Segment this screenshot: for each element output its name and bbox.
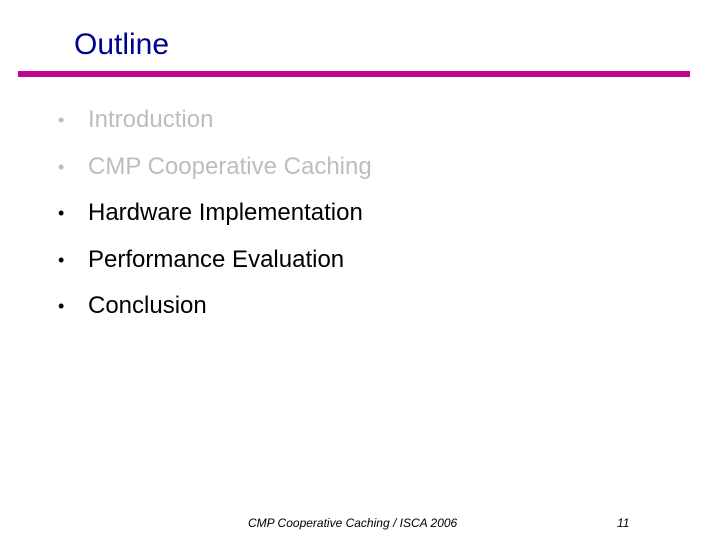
outline-item-conclusion: • Conclusion	[58, 283, 372, 330]
slide-title: Outline	[74, 28, 170, 61]
outline-item-performance-evaluation: • Performance Evaluation	[58, 237, 372, 284]
outline-item-label: Performance Evaluation	[88, 245, 345, 273]
bullet-icon: •	[58, 249, 65, 270]
outline-item-cmp-cooperative-caching: • CMP Cooperative Caching	[58, 144, 372, 191]
outline-item-label: Conclusion	[88, 292, 207, 320]
outline-item-hardware-implementation: • Hardware Implementation	[58, 190, 372, 237]
title-divider	[18, 71, 690, 77]
page-number: 11	[617, 516, 630, 530]
outline-list: • Introduction • CMP Cooperative Caching…	[58, 97, 372, 330]
bullet-icon: •	[58, 203, 65, 224]
bullet-icon: •	[58, 296, 65, 317]
outline-item-label: Introduction	[88, 106, 214, 134]
outline-item-label: CMP Cooperative Caching	[88, 152, 372, 180]
outline-item-introduction: • Introduction	[58, 97, 372, 144]
outline-item-label: Hardware Implementation	[88, 199, 363, 227]
bullet-icon: •	[58, 156, 65, 177]
slide-footer: CMP Cooperative Caching / ISCA 2006	[248, 516, 458, 530]
bullet-icon: •	[58, 110, 65, 131]
